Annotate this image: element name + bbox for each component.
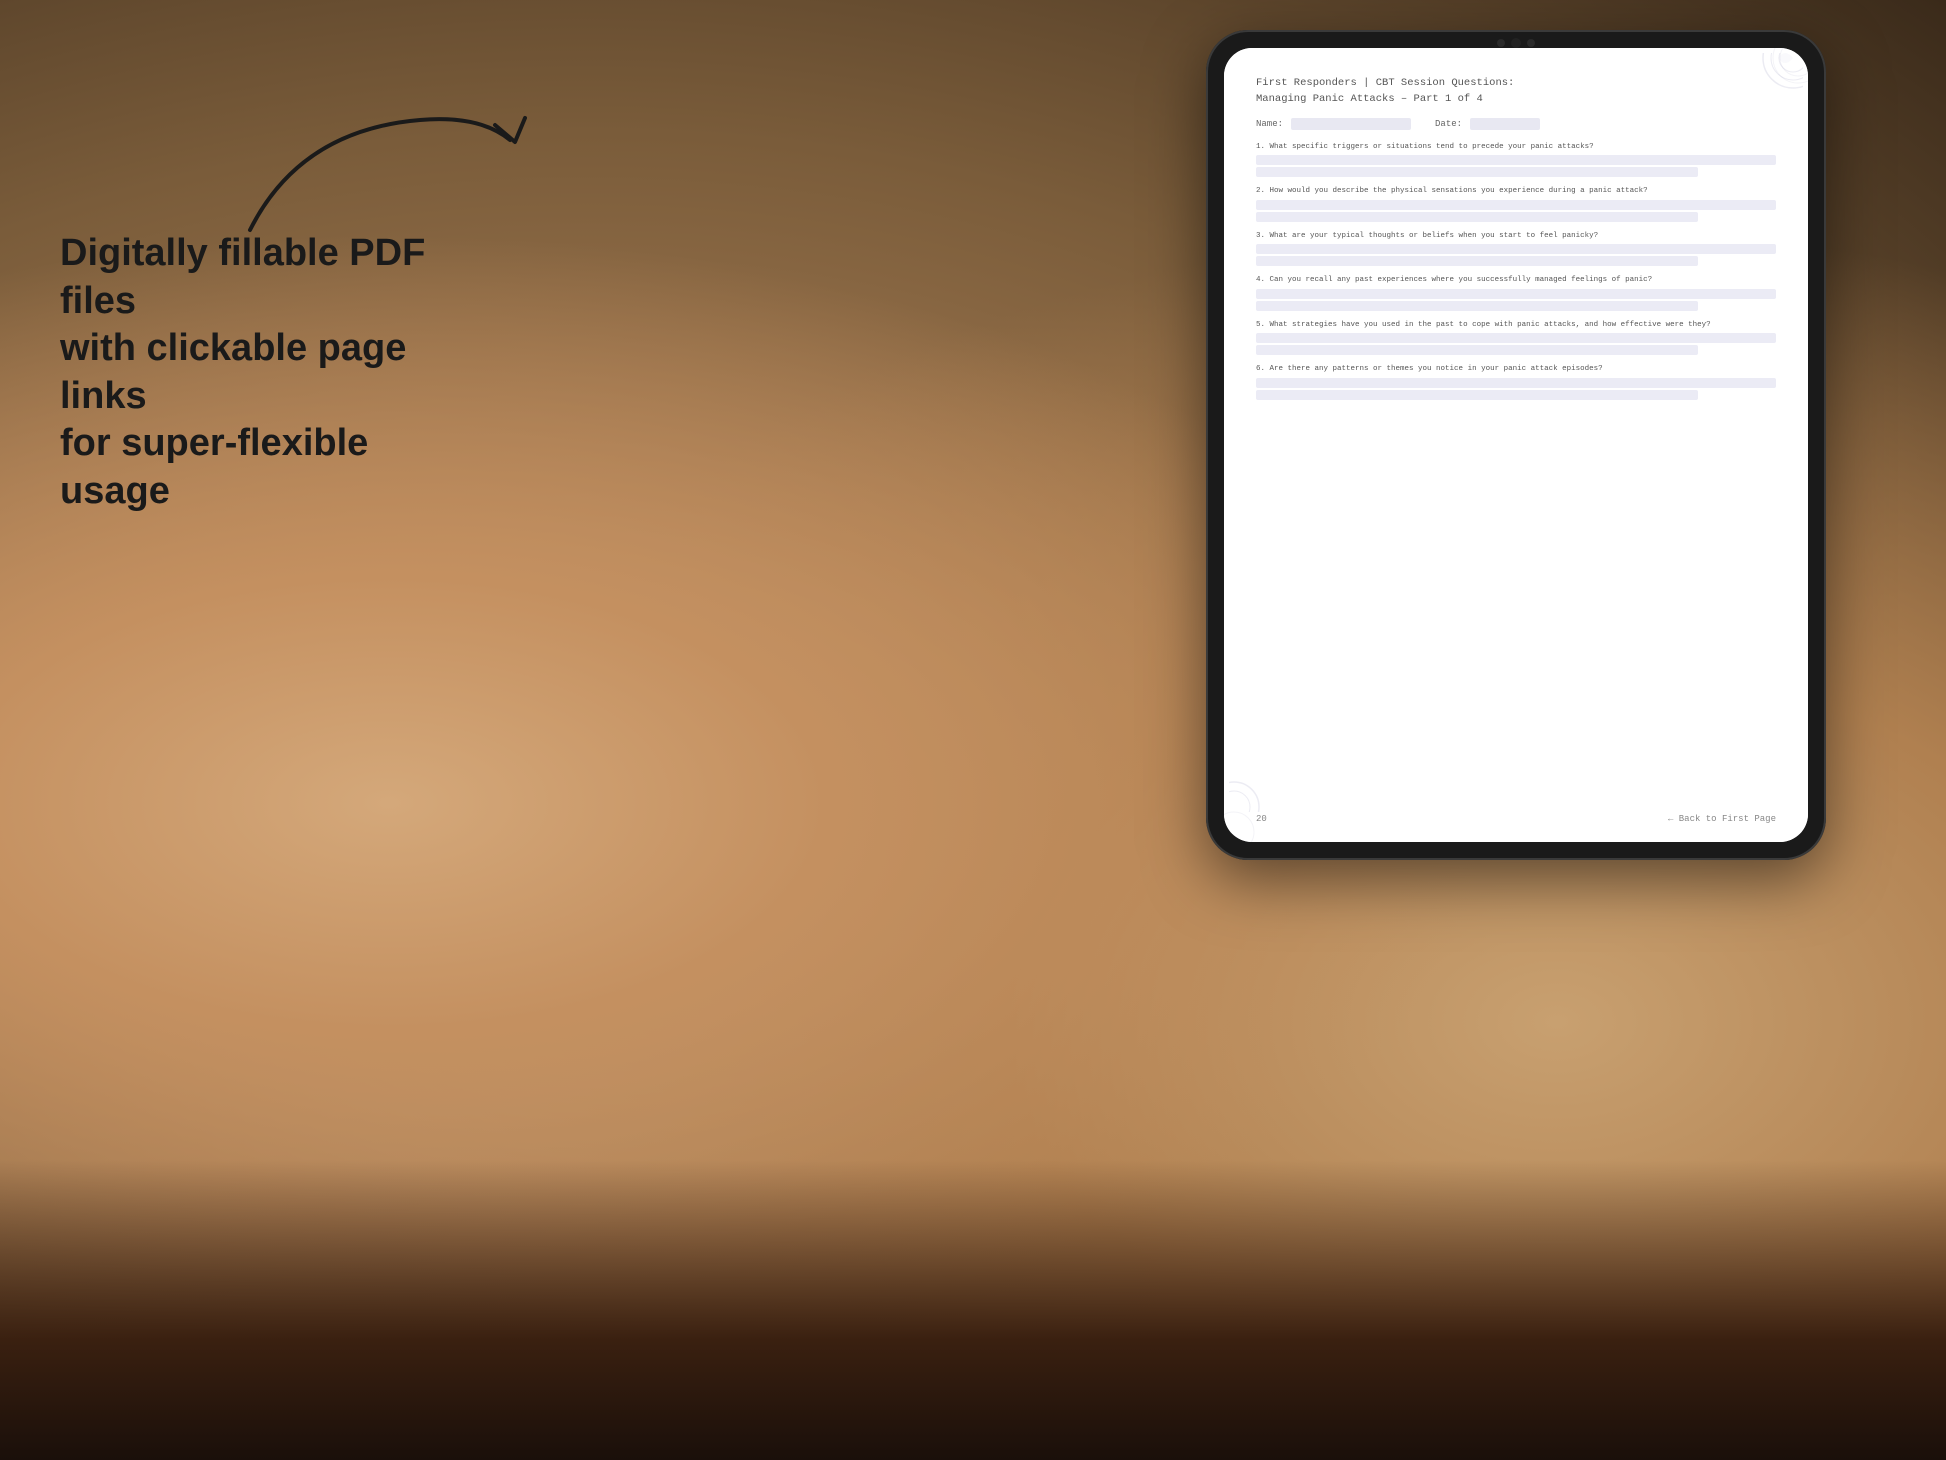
tablet-dot-2	[1527, 39, 1535, 47]
pdf-page: First Responders | CBT Session Questions…	[1224, 48, 1808, 842]
marketing-text-block: Digitally fillable PDF files with clicka…	[60, 230, 480, 515]
tablet-screen: First Responders | CBT Session Questions…	[1224, 48, 1808, 842]
pdf-question-3-text: 3. What are your typical thoughts or bel…	[1256, 231, 1776, 242]
pdf-answer-1a[interactable]	[1256, 155, 1776, 165]
tablet-dot-1	[1497, 39, 1505, 47]
pdf-title: First Responders | CBT Session Questions…	[1256, 76, 1776, 108]
pdf-question-1-text: 1. What specific triggers or situations …	[1256, 142, 1776, 153]
pdf-answer-4a[interactable]	[1256, 289, 1776, 299]
pdf-answer-5b[interactable]	[1256, 345, 1698, 355]
pdf-answer-6b[interactable]	[1256, 390, 1698, 400]
pdf-date-label: Date:	[1435, 119, 1462, 129]
tablet-device: First Responders | CBT Session Questions…	[1206, 30, 1826, 860]
pdf-question-5-text: 5. What strategies have you used in the …	[1256, 320, 1776, 331]
pdf-question-6: 6. Are there any patterns or themes you …	[1256, 364, 1776, 400]
pdf-answer-2b[interactable]	[1256, 212, 1698, 222]
pdf-question-2-text: 2. How would you describe the physical s…	[1256, 186, 1776, 197]
pdf-answer-3a[interactable]	[1256, 244, 1776, 254]
pdf-answer-4b[interactable]	[1256, 301, 1698, 311]
pdf-question-6-text: 6. Are there any patterns or themes you …	[1256, 364, 1776, 375]
pdf-question-4: 4. Can you recall any past experiences w…	[1256, 275, 1776, 311]
pdf-footer: 20 ← Back to First Page	[1256, 814, 1776, 824]
pdf-title-line2: Managing Panic Attacks – Part 1 of 4	[1256, 92, 1776, 108]
pdf-answer-2a[interactable]	[1256, 200, 1776, 210]
pdf-question-5: 5. What strategies have you used in the …	[1256, 320, 1776, 356]
pdf-answer-5a[interactable]	[1256, 333, 1776, 343]
tablet-camera-dot	[1511, 38, 1521, 48]
pdf-question-2: 2. How would you describe the physical s…	[1256, 186, 1776, 222]
marketing-heading: Digitally fillable PDF files with clicka…	[60, 230, 480, 515]
tablet-camera	[1497, 38, 1535, 48]
pdf-question-3: 3. What are your typical thoughts or bel…	[1256, 231, 1776, 267]
pdf-name-label: Name:	[1256, 119, 1283, 129]
pdf-answer-1b[interactable]	[1256, 167, 1698, 177]
pdf-title-line1: First Responders | CBT Session Questions…	[1256, 76, 1776, 92]
pdf-date-field[interactable]	[1470, 118, 1540, 130]
pdf-answer-3b[interactable]	[1256, 256, 1698, 266]
corner-decor-top-right	[1733, 53, 1803, 113]
pdf-question-1: 1. What specific triggers or situations …	[1256, 142, 1776, 178]
pdf-name-date-row: Name: Date:	[1256, 118, 1776, 130]
pdf-questions-list: 1. What specific triggers or situations …	[1256, 142, 1776, 409]
pdf-back-link[interactable]: ← Back to First Page	[1668, 814, 1776, 824]
arrow-decoration	[220, 90, 540, 250]
pdf-answer-6a[interactable]	[1256, 378, 1776, 388]
pdf-question-4-text: 4. Can you recall any past experiences w…	[1256, 275, 1776, 286]
pdf-name-field[interactable]	[1291, 118, 1411, 130]
pdf-page-number: 20	[1256, 814, 1267, 824]
corner-decor-bottom-left	[1229, 762, 1289, 812]
